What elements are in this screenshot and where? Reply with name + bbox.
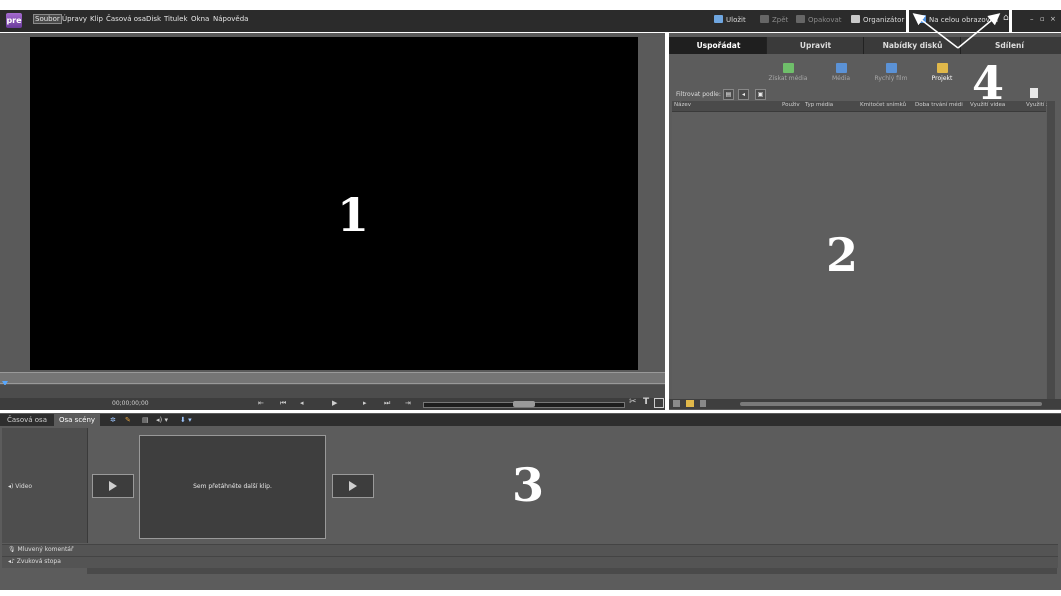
annotation-arrow	[912, 13, 1001, 49]
